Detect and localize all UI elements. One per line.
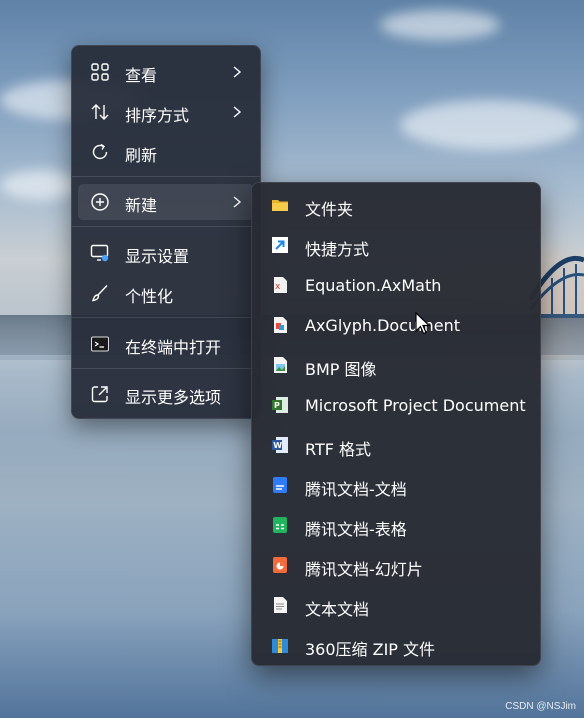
submenu-item-folder[interactable]: 文件夹 <box>258 185 534 225</box>
new-submenu: 文件夹 快捷方式 x Equation.AxMath AxGlyph.Docum… <box>251 182 541 666</box>
grid-view-icon <box>90 62 110 82</box>
menu-item-label: 个性化 <box>125 287 174 306</box>
chevron-right-icon <box>233 66 242 78</box>
svg-text:x: x <box>275 282 281 292</box>
menu-item-label: 显示设置 <box>125 247 190 266</box>
submenu-item-label: Equation.AxMath <box>305 276 442 295</box>
submenu-item-bmp[interactable]: BMP 图像 <box>258 345 534 385</box>
submenu-item-zip[interactable]: 360压缩 ZIP 文件 <box>258 625 534 665</box>
menu-divider <box>72 226 260 227</box>
axmath-icon: x <box>274 277 287 293</box>
menu-divider <box>72 368 260 369</box>
submenu-item-label: 360压缩 ZIP 文件 <box>305 640 436 659</box>
menu-divider <box>72 176 260 177</box>
menu-item-refresh[interactable]: 刷新 <box>78 134 254 170</box>
svg-text:W: W <box>273 441 282 450</box>
mouse-cursor-icon <box>415 312 431 335</box>
submenu-item-rtf[interactable]: W RTF 格式 <box>258 425 534 465</box>
menu-item-label: 排序方式 <box>125 106 190 125</box>
zip-archive-icon <box>272 639 288 653</box>
submenu-item-label: BMP 图像 <box>305 360 377 379</box>
menu-item-view[interactable]: 查看 <box>78 54 254 90</box>
submenu-item-label: 文件夹 <box>305 200 354 219</box>
open-external-icon <box>90 384 110 404</box>
menu-item-personalize[interactable]: 个性化 <box>78 275 254 311</box>
menu-item-label: 在终端中打开 <box>125 338 222 357</box>
submenu-item-tencent-sheet[interactable]: 腾讯文档-表格 <box>258 505 534 545</box>
submenu-item-label: RTF 格式 <box>305 440 372 459</box>
axglyph-icon <box>274 317 287 333</box>
tencent-slides-icon <box>273 557 287 573</box>
refresh-icon <box>90 142 110 162</box>
menu-item-label: 显示更多选项 <box>125 388 222 407</box>
sort-arrows-icon <box>90 102 110 122</box>
chevron-right-icon <box>233 196 242 208</box>
submenu-item-label: 腾讯文档-文档 <box>305 480 407 499</box>
ms-project-icon: P <box>272 397 288 413</box>
menu-item-new[interactable]: 新建 <box>78 184 254 220</box>
menu-item-label: 刷新 <box>125 146 158 165</box>
svg-text:P: P <box>274 401 280 410</box>
paintbrush-icon <box>90 283 110 303</box>
menu-item-label: 新建 <box>125 196 158 215</box>
menu-item-display-settings[interactable]: 显示设置 <box>78 235 254 271</box>
add-circle-icon <box>90 192 110 212</box>
submenu-item-text-document[interactable]: 文本文档 <box>258 585 534 625</box>
submenu-item-axglyph[interactable]: AxGlyph.Document <box>258 305 534 345</box>
submenu-item-label: Microsoft Project Document <box>305 396 526 415</box>
submenu-item-axmath[interactable]: x Equation.AxMath <box>258 265 534 305</box>
watermark-text: CSDN @NSJim <box>505 701 576 712</box>
menu-item-open-terminal[interactable]: 在终端中打开 <box>78 326 254 362</box>
text-document-icon <box>274 597 287 613</box>
folder-icon <box>272 200 288 211</box>
submenu-item-ms-project[interactable]: P Microsoft Project Document <box>258 385 534 425</box>
menu-item-label: 查看 <box>125 66 158 85</box>
menu-item-show-more-options[interactable]: 显示更多选项 <box>78 376 254 412</box>
desktop-context-menu: 查看 排序方式 刷新 新建 显示设置 个性化 在终端中打开 显示更多选项 <box>71 45 261 419</box>
submenu-item-label: 腾讯文档-幻灯片 <box>305 560 423 579</box>
tencent-sheet-icon <box>273 517 287 533</box>
word-rtf-icon: W <box>272 437 288 453</box>
submenu-item-tencent-slides[interactable]: 腾讯文档-幻灯片 <box>258 545 534 585</box>
chevron-right-icon <box>233 106 242 118</box>
terminal-icon <box>90 334 110 354</box>
submenu-item-label: 腾讯文档-表格 <box>305 520 407 539</box>
menu-divider <box>72 317 260 318</box>
tencent-doc-icon <box>273 477 287 493</box>
submenu-item-tencent-doc[interactable]: 腾讯文档-文档 <box>258 465 534 505</box>
bmp-image-icon <box>274 357 287 373</box>
submenu-item-label: AxGlyph.Document <box>305 316 460 335</box>
submenu-item-label: 快捷方式 <box>305 240 370 259</box>
shortcut-icon <box>272 237 288 253</box>
submenu-item-shortcut[interactable]: 快捷方式 <box>258 225 534 265</box>
menu-item-sort[interactable]: 排序方式 <box>78 94 254 130</box>
submenu-item-label: 文本文档 <box>305 600 370 619</box>
display-settings-icon <box>90 243 110 263</box>
